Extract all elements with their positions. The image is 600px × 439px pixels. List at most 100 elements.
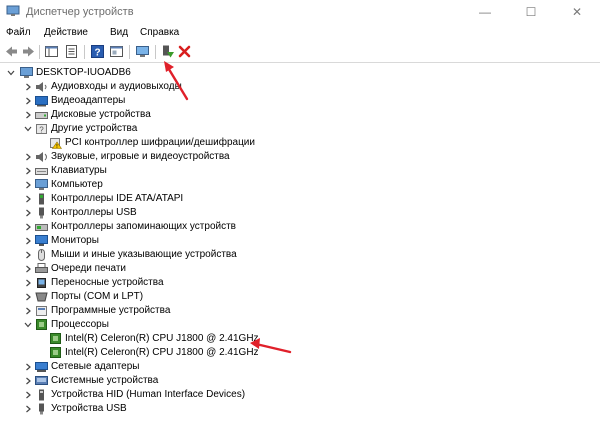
device-manager-app-icon <box>6 5 20 16</box>
svg-text:?: ? <box>94 48 100 59</box>
usb-device-icon <box>39 403 44 415</box>
tree-node-label: Intel(R) Celeron(R) CPU J1800 @ 2.41GHz <box>65 333 259 344</box>
usb-icon <box>39 207 44 219</box>
chevron-right-icon[interactable] <box>23 374 33 388</box>
tree-node-label: Порты (COM и LPT) <box>51 291 144 302</box>
minimize-button[interactable]: — <box>462 0 508 24</box>
system-device-icon <box>35 376 48 385</box>
speaker-icon <box>36 82 47 92</box>
chevron-right-icon[interactable] <box>23 164 33 178</box>
tree-node-label: Устройства HID (Human Interface Devices) <box>51 389 246 400</box>
tree-node-label: Звуковые, игровые и видеоустройства <box>51 151 230 162</box>
chevron-right-icon[interactable] <box>23 360 33 374</box>
tree-node-label: Видеоадаптеры <box>51 95 126 106</box>
ide-controller-icon <box>39 193 44 205</box>
menu-view[interactable]: Вид <box>110 27 128 38</box>
tree-node-label: Системные устройства <box>51 375 159 386</box>
scan-hardware-changes-icon[interactable] <box>135 44 150 59</box>
chevron-down-icon[interactable] <box>23 122 33 136</box>
unknown-device-icon: ? <box>36 124 47 135</box>
tree-node-label: Компьютер <box>51 179 103 190</box>
menu-help[interactable]: Справка <box>140 27 179 38</box>
chevron-right-icon[interactable] <box>23 234 33 248</box>
software-device-icon <box>36 306 47 316</box>
mouse-icon <box>38 249 45 261</box>
annotation-arrow-toolbar <box>164 61 189 101</box>
tree-node-label: Intel(R) Celeron(R) CPU J1800 @ 2.41GHz <box>65 347 259 358</box>
network-icon <box>35 362 48 372</box>
tree-node-label: Переносные устройства <box>51 277 164 288</box>
printer-icon <box>35 263 48 273</box>
update-driver-icon[interactable] <box>160 44 175 59</box>
tree-node-label: Контроллеры запоминающих устройств <box>51 221 236 232</box>
chevron-right-icon[interactable] <box>23 248 33 262</box>
display-adapter-icon <box>35 96 48 107</box>
processor-icon <box>36 319 47 330</box>
uninstall-device-icon[interactable] <box>177 44 192 59</box>
chevron-right-icon[interactable] <box>23 108 33 122</box>
svg-text:?: ? <box>39 126 44 135</box>
tree-root-label: DESKTOP-IUOADB6 <box>36 67 131 78</box>
chevron-right-icon[interactable] <box>23 150 33 164</box>
chevron-right-icon[interactable] <box>23 304 33 318</box>
title-bar: Диспетчер устройств — ☐ ✕ <box>0 0 600 24</box>
chevron-right-icon[interactable] <box>23 220 33 234</box>
tree-node-label: Устройства USB <box>51 403 127 414</box>
chevron-right-icon[interactable] <box>23 388 33 402</box>
tree-node-label: Мыши и иные указывающие устройства <box>51 249 237 260</box>
menu-bar: Файл Действие Вид Справка <box>0 24 600 42</box>
chevron-right-icon[interactable] <box>23 178 33 192</box>
chevron-right-icon[interactable] <box>23 80 33 94</box>
tree-node-label: Другие устройства <box>51 123 138 134</box>
toolbar-separator <box>129 45 130 59</box>
device-tree: DESKTOP-IUOADB6 Аудиовходы и аудиовыходы… <box>0 63 600 439</box>
toolbar-separator <box>84 45 85 59</box>
computer-icon <box>35 179 48 190</box>
chevron-right-icon[interactable] <box>23 262 33 276</box>
storage-controller-icon <box>35 224 48 231</box>
chevron-down-icon[interactable] <box>23 318 33 332</box>
window-view-icon[interactable] <box>109 44 124 59</box>
processor-icon <box>50 347 61 358</box>
chevron-right-icon[interactable] <box>23 206 33 220</box>
toolbar-separator <box>155 45 156 59</box>
tree-node-label: PCI контроллер шифрации/дешифрации <box>65 137 255 148</box>
forward-arrow-icon[interactable] <box>21 44 36 59</box>
back-arrow-icon[interactable] <box>4 44 19 59</box>
menu-file[interactable]: Файл <box>6 27 31 38</box>
tree-node-label: Контроллеры IDE ATA/ATAPI <box>51 193 184 204</box>
portable-device-icon <box>37 278 46 288</box>
port-icon <box>35 292 48 302</box>
close-button[interactable]: ✕ <box>554 0 600 24</box>
hid-icon <box>39 389 44 401</box>
help-icon[interactable]: ? <box>90 44 105 59</box>
chevron-right-icon[interactable] <box>23 192 33 206</box>
processor-icon <box>50 333 61 344</box>
maximize-button[interactable]: ☐ <box>508 0 554 24</box>
tree-node-label: Процессоры <box>51 319 109 330</box>
chevron-down-icon[interactable] <box>6 66 16 80</box>
sound-icon <box>36 152 47 162</box>
tree-node-label: Контроллеры USB <box>51 207 137 218</box>
properties-list-icon[interactable] <box>64 44 79 59</box>
tree-node-label: Сетевые адаптеры <box>51 361 140 372</box>
computer-icon <box>20 67 33 78</box>
show-hide-console-tree-icon[interactable] <box>44 44 59 59</box>
annotation-arrow-processors <box>250 338 292 354</box>
warning-device-icon: ! <box>50 138 62 149</box>
menu-action[interactable]: Действие <box>44 27 88 38</box>
chevron-right-icon[interactable] <box>23 290 33 304</box>
monitor-icon <box>35 235 48 246</box>
toolbar: ? <box>0 42 600 63</box>
tree-node-label: Программные устройства <box>51 305 171 316</box>
chevron-right-icon[interactable] <box>23 276 33 290</box>
keyboard-icon <box>35 168 48 175</box>
chevron-right-icon[interactable] <box>23 402 33 416</box>
toolbar-separator <box>39 45 40 59</box>
tree-node-label: Мониторы <box>51 235 99 246</box>
chevron-right-icon[interactable] <box>23 94 33 108</box>
window-title: Диспетчер устройств <box>26 6 134 18</box>
tree-node-label: Дисковые устройства <box>51 109 151 120</box>
tree-node-label: Очереди печати <box>51 263 127 274</box>
tree-node-label: Клавиатуры <box>51 165 107 176</box>
